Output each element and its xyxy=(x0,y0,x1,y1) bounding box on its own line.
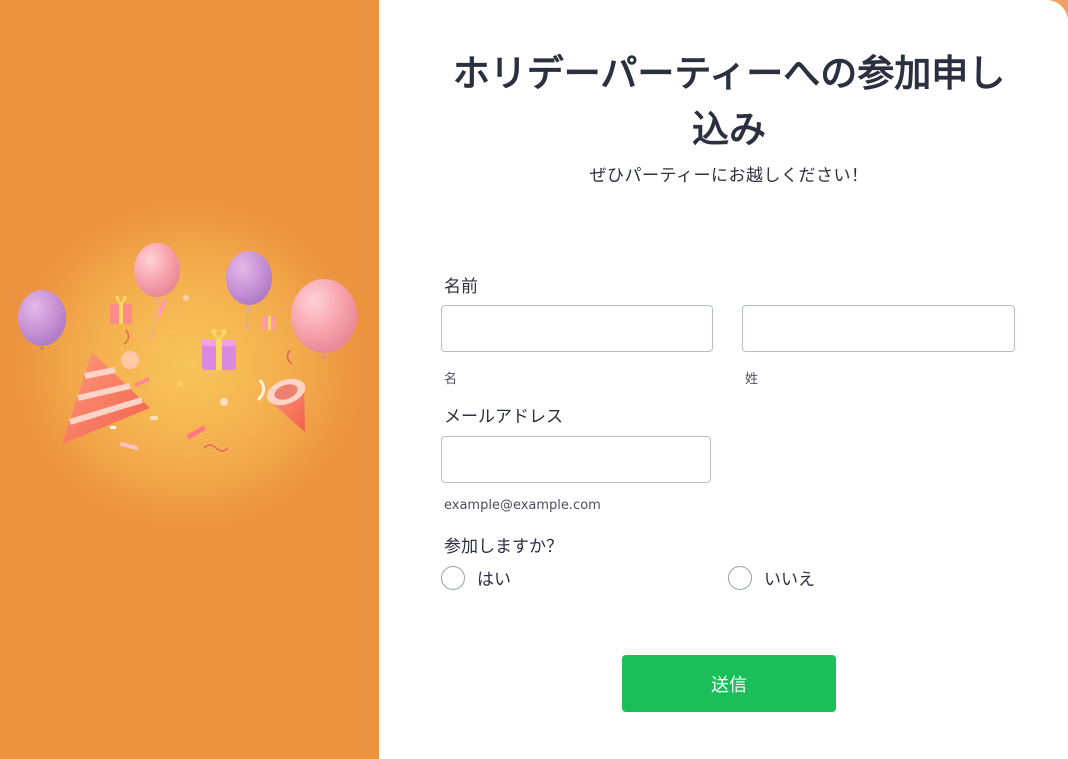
page-subtitle: ぜひパーティーにお越しください！ xyxy=(589,166,869,186)
first-name-hint: 名 xyxy=(444,372,458,387)
decorative-panel xyxy=(0,0,379,759)
balloon-pink-top xyxy=(134,243,180,341)
attend-no-option[interactable]: いいえ xyxy=(728,565,815,590)
party-celebration-illustration xyxy=(18,243,357,452)
attend-yes-label: はい xyxy=(477,570,511,590)
attend-yes-option[interactable]: はい xyxy=(441,565,511,590)
email-input[interactable] xyxy=(441,436,711,483)
last-name-input[interactable] xyxy=(742,305,1015,352)
page-title: ホリデーパーティーへの参加申し込み xyxy=(452,52,1006,151)
submit-button[interactable]: 送信 xyxy=(622,655,836,712)
last-name-hint: 姓 xyxy=(745,372,759,387)
name-label: 名前 xyxy=(444,277,478,297)
gift-box-center xyxy=(202,329,236,370)
attend-no-radio[interactable] xyxy=(728,565,752,590)
gift-box-left xyxy=(110,295,132,324)
form-card: ホリデーパーティーへの参加申し込み ぜひパーティーにお越しください！ 名前 名 … xyxy=(0,0,1068,759)
email-label: メールアドレス xyxy=(444,407,563,427)
balloon-pink-right xyxy=(291,279,357,358)
attend-yes-radio[interactable] xyxy=(441,565,465,590)
attend-label: 参加しますか？ xyxy=(444,537,563,557)
gift-box-small xyxy=(262,316,276,330)
first-name-input[interactable] xyxy=(441,305,713,352)
attend-no-label: いいえ xyxy=(764,570,815,590)
email-hint: example@example.com xyxy=(444,498,601,513)
form-panel: ホリデーパーティーへの参加申し込み ぜひパーティーにお越しください！ 名前 名 … xyxy=(379,0,1068,759)
party-popper-right xyxy=(266,378,306,432)
balloon-purple-left xyxy=(18,290,66,350)
